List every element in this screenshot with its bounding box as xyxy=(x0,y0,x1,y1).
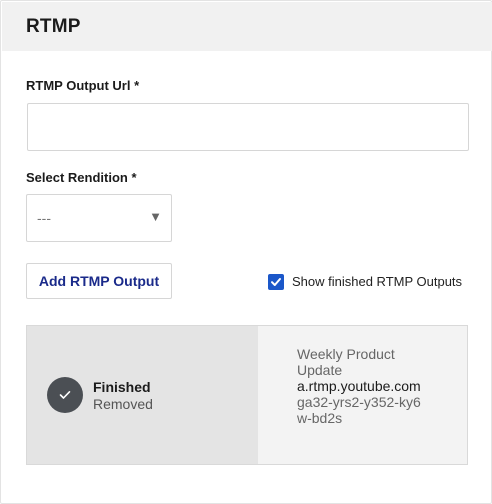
output-status-pane: Finished Removed xyxy=(27,326,258,464)
output-substatus: Removed xyxy=(93,396,153,412)
rtmp-url-input[interactable] xyxy=(27,103,469,151)
show-finished-checkbox[interactable] xyxy=(268,274,284,290)
rendition-select[interactable]: --- ▼ xyxy=(26,194,172,242)
show-finished-label: Show finished RTMP Outputs xyxy=(292,274,463,289)
output-status: Finished xyxy=(93,379,151,395)
output-host: a.rtmp.youtube.com xyxy=(297,378,421,394)
rtmp-output-item: Finished Removed Weekly Product Update a… xyxy=(26,325,468,465)
output-stream-key: ga32-yrs2-y352-ky6w-bd2s xyxy=(297,394,421,426)
output-name: Weekly Product Update xyxy=(297,346,395,378)
check-circle-icon xyxy=(47,377,83,413)
rendition-selected-value: --- xyxy=(37,210,51,226)
output-details: Weekly Product Update a.rtmp.youtube.com… xyxy=(297,346,427,426)
checkmark-icon xyxy=(271,278,281,286)
add-rtmp-output-button[interactable]: Add RTMP Output xyxy=(26,263,172,299)
chevron-down-icon: ▼ xyxy=(149,209,162,224)
rtmp-panel: RTMP RTMP Output Url * Select Rendition … xyxy=(0,0,492,504)
url-label: RTMP Output Url * xyxy=(26,78,140,93)
panel-header: RTMP xyxy=(2,2,492,51)
panel-title: RTMP xyxy=(26,16,81,37)
rendition-label: Select Rendition * xyxy=(26,170,137,185)
